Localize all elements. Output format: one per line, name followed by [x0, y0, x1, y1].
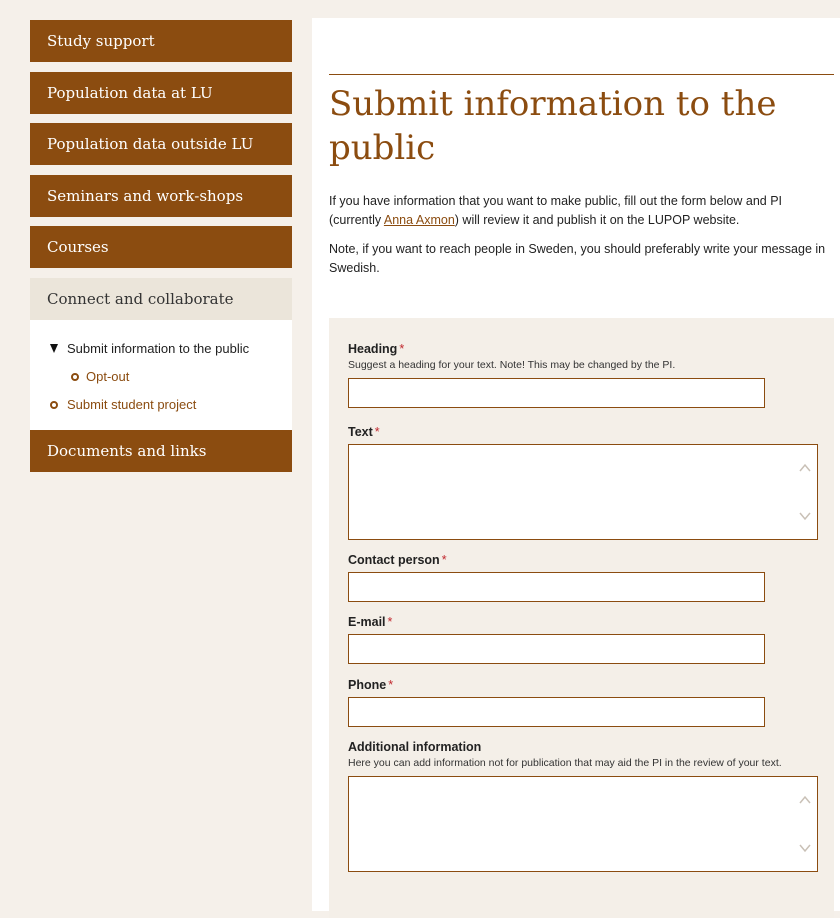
- additional-info-field: Additional information Here you can add …: [348, 739, 828, 872]
- additional-info-hint: Here you can add information not for pub…: [348, 757, 782, 769]
- ring-bullet-icon: [71, 372, 79, 381]
- subnav-item-submit-student-project[interactable]: Submit student project: [30, 396, 292, 412]
- sidebar-item-population-data-outside-lu[interactable]: Population data outside LU: [30, 123, 292, 165]
- heading-field: Heading * Suggest a heading for your text…: [348, 341, 828, 408]
- required-marker: *: [388, 678, 394, 692]
- required-marker: *: [441, 553, 447, 567]
- subnav-item-label: Opt-out: [86, 368, 130, 384]
- phone-label-text: Phone: [348, 678, 387, 692]
- chevron-up-icon[interactable]: [799, 795, 811, 805]
- required-marker: *: [374, 425, 380, 439]
- email-label: E-mail *: [348, 614, 828, 630]
- chevron-down-icon[interactable]: [799, 511, 811, 521]
- text-label: Text *: [348, 424, 828, 440]
- additional-info-label: Additional information: [348, 740, 482, 754]
- sidebar-item-connect-and-collaborate[interactable]: Connect and collaborate: [30, 277, 292, 320]
- contact-person-input[interactable]: [348, 572, 765, 602]
- title-divider: [329, 74, 834, 75]
- heading-label: Heading *: [348, 341, 828, 357]
- heading-input[interactable]: [348, 378, 765, 408]
- subnav-item-opt-out[interactable]: Opt-out: [30, 368, 292, 384]
- sidebar-item-study-support[interactable]: Study support: [30, 20, 292, 62]
- additional-info-textarea[interactable]: [348, 776, 818, 872]
- phone-input[interactable]: [348, 697, 765, 727]
- sidebar-nav: Study support Population data at LU Popu…: [30, 20, 292, 481]
- subnav: Submit information to the public Opt-out…: [30, 319, 292, 430]
- heading-label-text: Heading: [348, 342, 398, 356]
- subnav-item-label: Submit student project: [67, 396, 197, 412]
- pi-link[interactable]: Anna Axmon: [384, 213, 455, 227]
- subnav-item-submit-information[interactable]: Submit information to the public: [30, 340, 292, 356]
- chevron-down-icon[interactable]: [799, 843, 811, 853]
- submission-form: Heading * Suggest a heading for your text…: [329, 318, 834, 918]
- triangle-down-icon: [50, 343, 58, 353]
- required-marker: *: [387, 615, 393, 629]
- sidebar-item-seminars[interactable]: Seminars and work-shops: [30, 174, 292, 217]
- ring-bullet-icon: [50, 400, 58, 409]
- sidebar-item-population-data-at-lu[interactable]: Population data at LU: [30, 71, 292, 114]
- contact-person-field: Contact person *: [348, 552, 828, 602]
- text-textarea[interactable]: [348, 444, 818, 540]
- phone-field: Phone *: [348, 677, 828, 727]
- intro-paragraph: If you have information that you want to…: [329, 192, 829, 230]
- sidebar-item-documents-and-links[interactable]: Documents and links: [30, 429, 292, 472]
- text-field: Text *: [348, 424, 828, 540]
- main-content: Submit information to the public If you …: [312, 18, 840, 918]
- email-field: E-mail *: [348, 614, 828, 664]
- subnav-item-label: Submit information to the public: [67, 340, 250, 356]
- email-label-text: E-mail: [348, 615, 386, 629]
- text-label-text: Text: [348, 425, 373, 439]
- email-input[interactable]: [348, 634, 765, 664]
- phone-label: Phone *: [348, 677, 828, 693]
- intro-note: Note, if you want to reach people in Swe…: [329, 242, 826, 275]
- chevron-up-icon[interactable]: [799, 463, 811, 473]
- required-marker: *: [399, 342, 405, 356]
- intro-text: If you have information that you want to…: [329, 192, 829, 288]
- sidebar-item-courses[interactable]: Courses: [30, 226, 292, 268]
- heading-hint: Suggest a heading for your text. Note! T…: [348, 359, 676, 371]
- intro-text-part: ) will review it and publish it on the L…: [454, 213, 740, 227]
- page-title: Submit information to the public: [329, 84, 777, 168]
- contact-person-label: Contact person *: [348, 552, 828, 568]
- contact-person-label-text: Contact person: [348, 553, 440, 567]
